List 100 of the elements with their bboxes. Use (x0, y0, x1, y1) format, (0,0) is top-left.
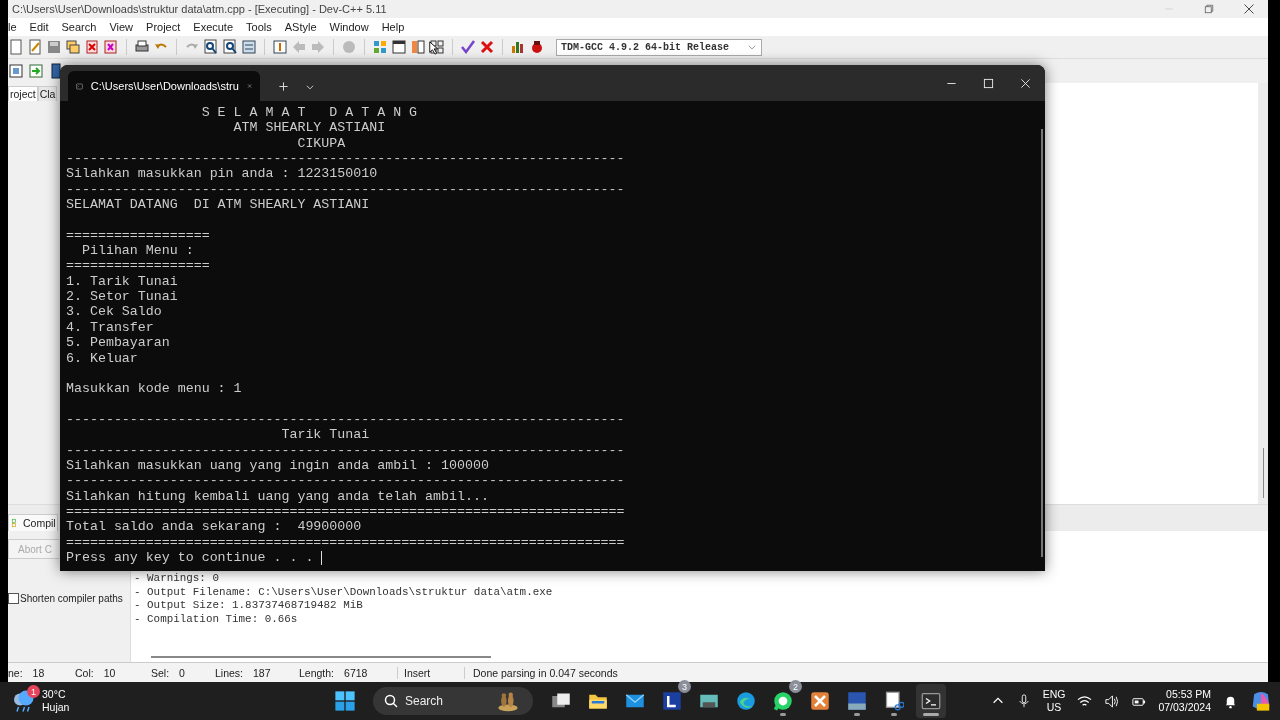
console-line: CIKUPA (296, 135, 346, 152)
menu-item[interactable]: Help (381, 21, 405, 33)
console-line: 6. Keluar (66, 350, 138, 366)
notification-badge: 1 (27, 685, 40, 698)
temperature: 30°C (42, 688, 67, 701)
window-title: C:\Users\User\Downloads\struktur data\atm.cpp - [Executing] - Dev-C++ 5.11 (12, 3, 387, 15)
new-tab-button[interactable] (278, 81, 289, 92)
log-line: - Compilation Time: 0.66s (134, 612, 299, 626)
bar-chart-icon (510, 39, 526, 55)
status-value: 10 (103, 666, 116, 679)
console-line: ---------------------------------------------------------------------- (66, 473, 625, 489)
panel-tab[interactable]: roject (8, 86, 38, 101)
maximize-button[interactable] (983, 77, 994, 89)
search-field[interactable]: Search (373, 687, 533, 715)
console-line: Press any key to continue . . . (66, 549, 315, 566)
console-line: ====================================================================== (66, 503, 625, 520)
bookmark-icon (341, 39, 357, 55)
screen-tile-icon (847, 691, 867, 711)
console-line: ---------------------------------------------------------------------- (66, 151, 625, 167)
close-icon (246, 81, 252, 91)
language-region[interactable]: US (1046, 701, 1062, 714)
toolbar-button[interactable] (48, 63, 64, 79)
toolbar-button[interactable] (529, 39, 545, 55)
console-line: Pilihan Menu : (80, 243, 194, 259)
compiler-select[interactable]: TDM-GCC 4.9.2 64-bit Release (556, 38, 762, 56)
menu-item[interactable]: Project (146, 21, 181, 33)
bug-icon (529, 39, 545, 55)
console-line: 2. Setor Tunai (66, 289, 178, 305)
console-line: Silahkan hitung kembali uang yang anda telah ambil... (66, 488, 489, 504)
menu-item[interactable]: AStyle (284, 21, 317, 33)
book-icon (48, 63, 64, 79)
page-pencil-icon (27, 39, 43, 55)
weather-condition: Hujan (42, 701, 70, 714)
dropdown-button[interactable] (305, 82, 315, 92)
panel-tab[interactable]: Compil (8, 514, 58, 531)
chevron-down-icon (747, 42, 757, 52)
close-button[interactable] (1020, 77, 1031, 89)
console-line: Tarik Tunai (280, 427, 370, 443)
toolbar-button[interactable] (134, 39, 150, 55)
toolbar-button[interactable] (391, 39, 407, 55)
console-line: S E L A M A T D A T A N G (200, 105, 418, 121)
chat-bubble-icon (773, 691, 793, 711)
menu-item[interactable]: le (8, 21, 17, 33)
windows-logo-icon (334, 690, 356, 712)
console-line: Masukkan kode menu : 1 (66, 381, 242, 397)
log-line: - Warnings: 0 (134, 572, 220, 586)
clock-date[interactable]: 07/03/2024 (1158, 701, 1211, 714)
x-tile-icon (810, 691, 830, 711)
restore-icon (1203, 3, 1215, 15)
log-line: - Output Size: 1.83737468719482 MiB (134, 599, 364, 613)
menu-item[interactable]: View (109, 21, 134, 33)
status-value: 6718 (344, 666, 368, 679)
find-icon (203, 39, 219, 55)
windows-stack-icon (65, 39, 81, 55)
window-icon (391, 39, 407, 55)
scrollbar-thumb[interactable] (1041, 129, 1043, 557)
toolbar-button[interactable] (510, 39, 526, 55)
console-line: ---------------------------------------------------------------------- (66, 411, 625, 428)
checkbox-label: Shorten compiler paths (20, 593, 123, 604)
status-label: Length: (299, 666, 335, 679)
console-line: ---------------------------------------------------------------------- (66, 181, 625, 198)
status-message: Done parsing in 0.047 seconds (472, 666, 618, 679)
toolbar-button[interactable] (203, 39, 219, 55)
menu-item[interactable]: Tools (246, 21, 272, 33)
replace-icon (222, 39, 238, 55)
status-label: ne: (8, 666, 23, 679)
console-line: 4. Transfer (66, 319, 154, 336)
notification-badge: 2 (789, 680, 802, 693)
toolbar-button[interactable] (222, 39, 238, 55)
scrollbar-thumb[interactable] (151, 656, 491, 658)
status-value: 18 (32, 666, 45, 679)
language-code[interactable]: ENG (1042, 688, 1066, 701)
status-label: Col: (75, 666, 94, 679)
taskbar-app[interactable] (916, 684, 946, 718)
terminal-tab[interactable]: C:\Users\User\Downloads\stru (68, 71, 260, 101)
console-line: 3. Cek Saldo (66, 304, 162, 320)
menu-item[interactable]: Execute (193, 21, 234, 33)
cross-icon (479, 39, 495, 55)
panels-icon (410, 39, 426, 55)
volume-icon (1104, 693, 1120, 709)
plus-icon (278, 81, 289, 92)
arrow-box-icon (28, 63, 44, 79)
search-icon (383, 693, 399, 709)
chevron-down-icon (305, 82, 315, 92)
status-label: Lines: (215, 666, 244, 679)
status-value: 0 (179, 666, 185, 679)
menu-item[interactable]: Edit (29, 21, 49, 33)
scissors-icon (884, 691, 904, 711)
console-line: ================== (66, 227, 210, 244)
copilot-icon (1250, 690, 1272, 712)
console-line: 1. Tarik Tunai (66, 273, 178, 290)
clock-time[interactable]: 05:53 PM (1166, 688, 1211, 701)
menu-item[interactable]: Window (329, 21, 369, 33)
console-line: ====================================================================== (66, 534, 625, 550)
console-line: Silahkan masukkan uang yang ingin anda ambil : 100000 (66, 457, 489, 474)
checkbox[interactable] (8, 593, 19, 604)
console-line: 5. Pembayaran (66, 335, 170, 351)
console-line: Total saldo anda sekarang : 49900000 (66, 519, 362, 535)
menu-item[interactable]: Search (61, 21, 97, 33)
status-mode: Insert (398, 666, 465, 679)
